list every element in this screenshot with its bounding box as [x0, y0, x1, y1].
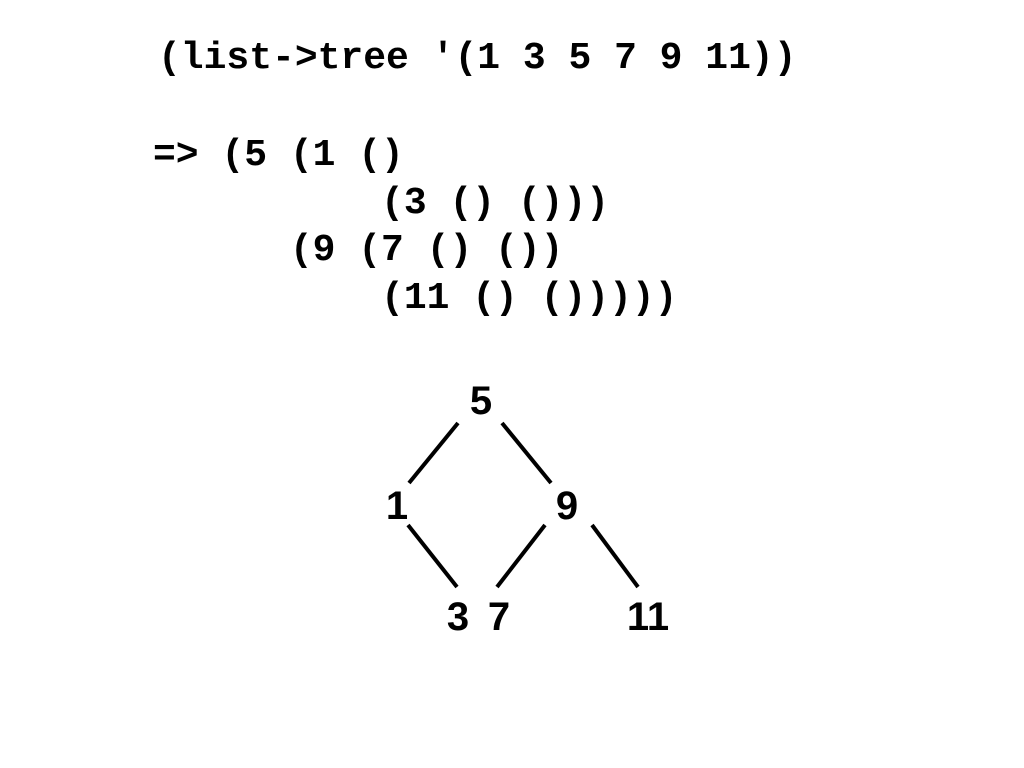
tree-node: 3	[447, 595, 469, 639]
tree-nodes: 5 1 9 3 7 11	[386, 379, 669, 639]
tree-node: 9	[556, 484, 578, 528]
tree-edges	[406, 421, 640, 589]
tree-edge	[495, 523, 547, 589]
tree-edge	[407, 421, 460, 485]
tree-node: 1	[386, 484, 408, 528]
tree-node: 5	[470, 379, 492, 423]
tree-edge	[590, 523, 640, 589]
tree-edge	[500, 421, 553, 485]
tree-node: 11	[627, 595, 669, 639]
tree-edge	[406, 523, 459, 589]
binary-tree-diagram: 5 1 9 3 7 11	[386, 379, 669, 639]
tree-node: 7	[488, 595, 510, 639]
